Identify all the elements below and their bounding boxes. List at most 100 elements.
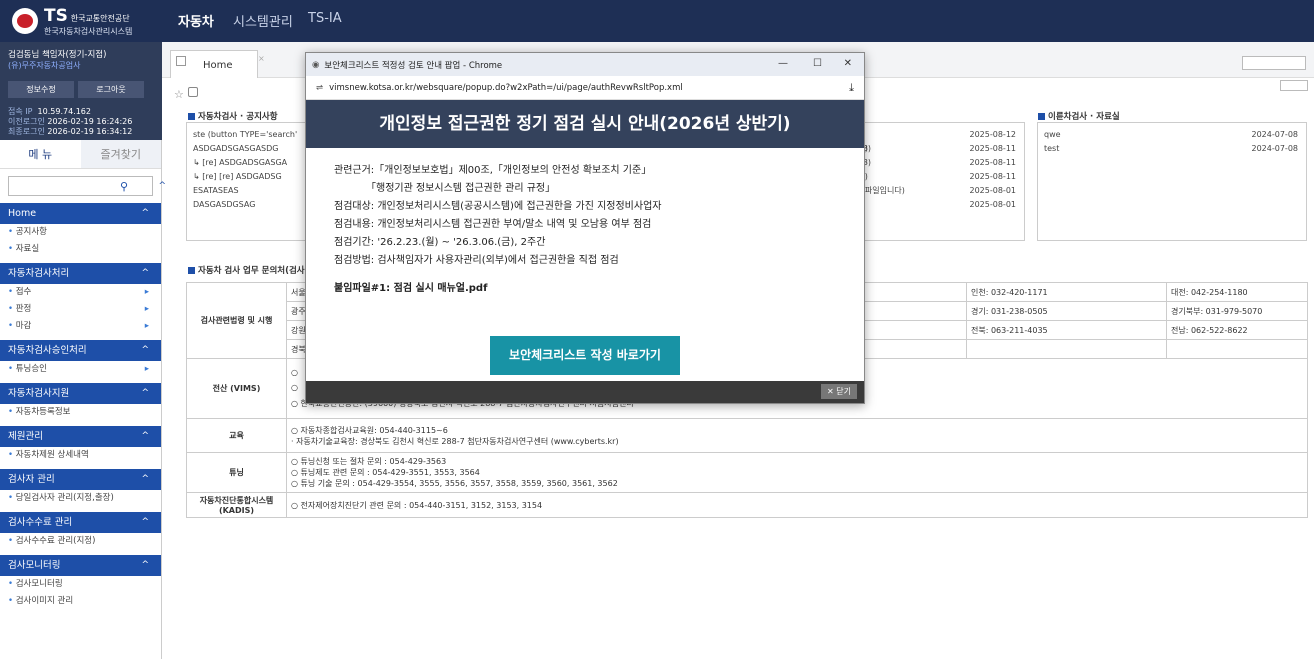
sidebar: 검검동님 책임자(정기-지점) (유)무주자동차공업사 정보수정 로그아웃 접속… (0, 42, 166, 659)
download-icon[interactable]: ⤓ (849, 81, 854, 95)
sidebar-item[interactable]: • 마감 ▸ (0, 318, 161, 335)
popup-line-5: 점검방법: 검사책임자가 사용자관리(외부)에서 접근권한을 직접 점검 (334, 255, 619, 266)
bullet-icon: • (8, 244, 16, 254)
sidebar-item[interactable]: • 접수 ▸ (0, 284, 161, 301)
notice-date: 2025-08-01 (969, 200, 1017, 209)
sidebar-section[interactable]: 제원관리 ^ (0, 426, 161, 447)
page-icon (176, 56, 186, 66)
site-info-icon[interactable]: ⇌ (316, 83, 323, 93)
sidebar-section-title: 제원관리 (8, 431, 43, 442)
popup-line-2: 점검대상: 개인정보처리시스템(공공시스템)에 접근권한을 가진 지정정비사업자 (334, 201, 662, 212)
star-icon[interactable]: ☆ (174, 88, 184, 101)
chevron-up-icon[interactable]: ^ (141, 203, 149, 224)
logout-button[interactable]: 로그아웃 (78, 81, 144, 98)
sidebar-item-label: 튜닝승인 (15, 364, 47, 374)
notice-title: 자동차검사 · 공지사항 (198, 112, 278, 122)
close-icon[interactable]: × (258, 54, 265, 63)
sidebar-search-input[interactable]: ⚲ ^ (8, 176, 166, 196)
chevron-up-icon[interactable]: ^ (141, 340, 149, 361)
tab-favorites[interactable]: 즐겨찾기 (80, 140, 161, 168)
ref-row[interactable]: test 2024-07-08 (1038, 142, 1306, 156)
tuning-line-1: ○ 튜닝제도 관련 문의 : 054-429-3551, 3553, 3564 (291, 468, 480, 477)
popup-heading: 개인정보 접근권한 정기 점검 실시 안내(2026년 상반기) (306, 100, 864, 148)
layout-icons[interactable] (1242, 56, 1306, 70)
sidebar-item[interactable]: • 자동차제원 상세내역 (0, 447, 161, 464)
checklist-button[interactable]: 보안체크리스트 작성 바로가기 (490, 336, 680, 375)
ref-date: 2024-07-08 (1251, 144, 1299, 153)
sidebar-item-label: 자동차제원 상세내역 (15, 450, 89, 460)
refresh-icon[interactable] (188, 87, 198, 97)
search-icon[interactable]: ⚲ (120, 180, 128, 193)
sidebar-item-label: 당일검사자 관리(지정,출장) (15, 493, 114, 503)
notice-date: 2025-08-11 (969, 144, 1017, 153)
chevron-up-icon[interactable]: ^ (141, 555, 149, 576)
ref-row[interactable]: qwe 2024-07-08 (1038, 128, 1306, 142)
square-icon (188, 113, 195, 120)
region-right-2-1: 전남: 062-522-8622 (1166, 320, 1308, 340)
sidebar-section[interactable]: 자동차검사처리 ^ (0, 263, 161, 284)
edu-label: 교육 (186, 418, 287, 453)
chevron-right-icon: ▸ (144, 287, 149, 297)
logo-mark-icon (12, 8, 38, 34)
notice-date: 2025-08-12 (969, 130, 1017, 139)
bullet-icon: • (8, 287, 16, 297)
topnav-tsia[interactable]: TS-IA (308, 11, 342, 26)
logo[interactable]: TS 한국교통안전공단 한국자동차검사관리시스템 (0, 0, 162, 42)
ref-panel: qwe 2024-07-08 test 2024-07-08 (1037, 122, 1307, 241)
square-icon (1038, 113, 1045, 120)
kadis-line-0: ○ 전자제어장치진단기 관련 문의 : 054-440-3151, 3152, … (286, 492, 1308, 518)
chevron-up-icon[interactable]: ^ (141, 469, 149, 490)
sidebar-section[interactable]: 자동차검사승인처리 ^ (0, 340, 161, 361)
popup-address-bar: ⇌ vimsnew.kotsa.or.kr/websquare/popup.do… (306, 76, 864, 100)
sidebar-item[interactable]: • 자동차등록정보 (0, 404, 161, 421)
minimize-icon[interactable]: — (778, 58, 788, 69)
chevron-up-icon[interactable]: ^ (141, 426, 149, 447)
sidebar-item[interactable]: • 튜닝승인 ▸ (0, 361, 161, 378)
sidebar-section[interactable]: Home ^ (0, 203, 161, 224)
sidebar-section[interactable]: 검사자 관리 ^ (0, 469, 161, 490)
popup-attachment-link[interactable]: 붙임파일#1: 점검 실시 매뉴얼.pdf (334, 280, 836, 298)
popup-line-4: 점검기간: '26.2.23.(월) ~ '26.3.06.(금), 2주간 (334, 237, 546, 248)
chevron-up-icon[interactable]: ^ (141, 383, 149, 404)
edu-line-0: ○ 자동차종합검사교육원: 054-440-3115~6 (291, 425, 448, 435)
sidebar-item[interactable]: • 검사이미지 관리 (0, 593, 161, 610)
notice-title-text: ↳ [re] ASDGADSGASGA (193, 158, 288, 167)
sidebar-section[interactable]: 검사수수료 관리 ^ (0, 512, 161, 533)
chevron-up-icon[interactable]: ^ (141, 263, 149, 284)
topnav-system[interactable]: 시스템관리 (233, 11, 293, 30)
popup-window: ◉ 보안체크리스트 적정성 검토 안내 팝업 - Chrome — ☐ ✕ ⇌ … (305, 52, 865, 404)
sidebar-section[interactable]: 검사모니터링 ^ (0, 555, 161, 576)
bullet-icon: • (8, 493, 16, 503)
window-close-icon[interactable]: ✕ (844, 58, 852, 69)
sidebar-item[interactable]: • 공지사항 (0, 224, 161, 241)
top-bar: TS 한국교통안전공단 한국자동차검사관리시스템 자동차 시스템관리 TS-IA (0, 0, 1314, 42)
sidebar-item[interactable]: • 검사수수료 관리(지정) (0, 533, 161, 550)
system-name: 한국자동차검사관리시스템 (44, 26, 133, 36)
sidebar-section[interactable]: 자동차검사지원 ^ (0, 383, 161, 404)
tuning-line-2: ○ 튜닝 기술 문의 : 054-429-3554, 3555, 3556, 3… (291, 479, 618, 488)
chevron-up-icon[interactable]: ^ (141, 512, 149, 533)
notice-mid-text: (/3) (857, 142, 937, 156)
chevron-right-icon: ▸ (144, 321, 149, 331)
region-right-1-1: 경기북부: 031-979-5070 (1166, 301, 1308, 321)
sidebar-item[interactable]: • 자료실 (0, 241, 161, 258)
tab-menu[interactable]: 메 뉴 (0, 140, 81, 168)
sidebar-section-title: 자동차검사지원 (8, 388, 70, 399)
sidebar-item[interactable]: • 검사모니터링 (0, 576, 161, 593)
sidebar-item-label: 검사수수료 관리(지정) (15, 536, 96, 546)
sidebar-item[interactable]: • 당일검사자 관리(지정,출장) (0, 490, 161, 507)
prev-login-value: 2026-02-19 16:24:26 (47, 117, 133, 126)
bullet-icon: • (8, 579, 16, 589)
user-title: 검검동님 책임자(정기-지점) (8, 50, 107, 60)
popup-body: 관련근거:「개인정보보호법」제00조,「개인정보의 안전성 확보조치 기준」 「… (306, 148, 864, 312)
tuning-label: 튜닝 (186, 452, 287, 493)
maximize-icon[interactable]: ☐ (813, 58, 822, 69)
popup-close-button[interactable]: ✕ 닫기 (821, 384, 857, 399)
window-controls[interactable] (1280, 80, 1308, 91)
sidebar-item-label: 검사이미지 관리 (15, 596, 74, 606)
edit-info-button[interactable]: 정보수정 (8, 81, 74, 98)
logo-text: TS (44, 5, 68, 26)
popup-line-1: 「행정기관 정보시스템 접근권한 관리 규정」 (366, 183, 556, 194)
sidebar-item[interactable]: • 판정 ▸ (0, 301, 161, 318)
topnav-car[interactable]: 자동차 (178, 11, 214, 30)
